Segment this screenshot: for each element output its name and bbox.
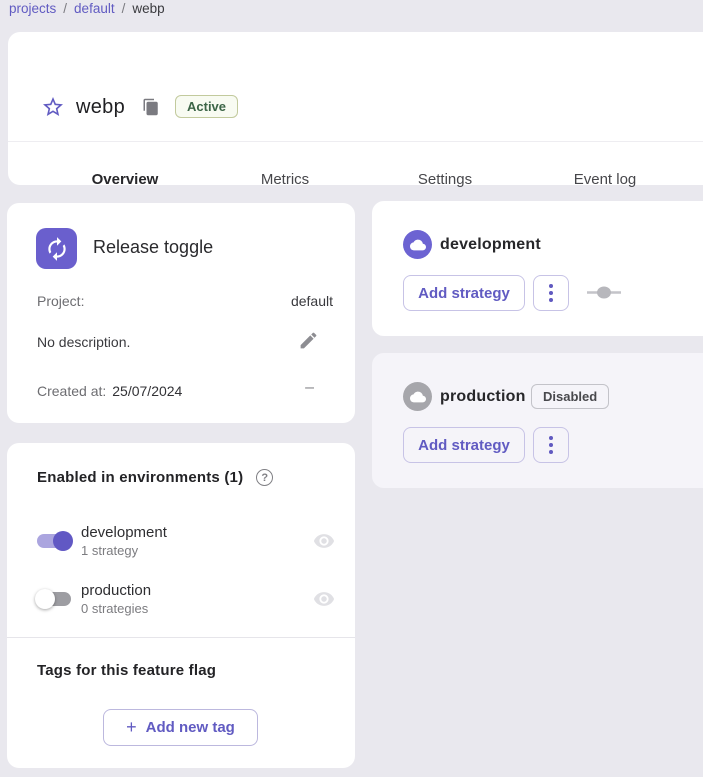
environment-name: development bbox=[81, 524, 313, 541]
description-text: No description. bbox=[37, 334, 130, 350]
created-row: Created at: 25/07/2024 bbox=[37, 383, 333, 401]
cloud-icon bbox=[403, 382, 432, 411]
flag-type-label: Release toggle bbox=[93, 237, 213, 258]
project-label: Project: bbox=[37, 293, 84, 309]
environment-card-title: development bbox=[440, 236, 541, 254]
breadcrumb-current: webp bbox=[132, 1, 164, 16]
created-label: Created at: bbox=[37, 383, 106, 399]
breadcrumb-projects[interactable]: projects bbox=[9, 1, 56, 16]
created-value: 25/07/2024 bbox=[112, 383, 182, 399]
favorite-star-icon[interactable] bbox=[41, 95, 65, 119]
status-badge: Active bbox=[175, 95, 238, 118]
production-toggle[interactable] bbox=[35, 589, 73, 609]
environments-heading-row: Enabled in environments (1) ? bbox=[37, 469, 273, 486]
tags-heading: Tags for this feature flag bbox=[37, 662, 216, 679]
environment-row-production: production 0 strategies bbox=[35, 579, 335, 619]
description-row: No description. bbox=[37, 334, 333, 350]
project-row: Project: default bbox=[37, 293, 333, 309]
add-new-tag-button[interactable]: + Add new tag bbox=[103, 709, 258, 746]
more-options-kebab-button[interactable] bbox=[533, 427, 569, 463]
edit-description-icon[interactable] bbox=[298, 330, 319, 351]
environment-name: production bbox=[81, 582, 313, 599]
section-divider bbox=[7, 637, 355, 638]
environment-card-production: production Disabled Add strategy bbox=[372, 353, 703, 488]
visibility-eye-icon[interactable] bbox=[313, 588, 335, 610]
page-title: webp bbox=[76, 96, 125, 119]
title-row: webp Active bbox=[8, 32, 703, 142]
environment-strategy-count: 1 strategy bbox=[81, 543, 313, 558]
environment-card-title: production bbox=[440, 388, 526, 406]
project-value: default bbox=[291, 293, 333, 309]
more-options-kebab-button[interactable] bbox=[533, 275, 569, 311]
disabled-badge: Disabled bbox=[531, 384, 609, 409]
side-panel-card: Enabled in environments (1) ? developmen… bbox=[7, 443, 355, 768]
collapse-icon[interactable]: – bbox=[305, 379, 314, 397]
add-strategy-button[interactable]: Add strategy bbox=[403, 427, 525, 463]
environment-card-development: development Add strategy bbox=[372, 201, 703, 336]
breadcrumb: projects / default / webp bbox=[9, 1, 165, 16]
header-card: webp Active Overview Metrics Settings Ev… bbox=[8, 32, 703, 185]
breadcrumb-default[interactable]: default bbox=[74, 1, 115, 16]
copy-icon[interactable] bbox=[142, 98, 160, 116]
feature-flag-page: projects / default / webp webp Active Ov… bbox=[0, 0, 703, 777]
plus-icon: + bbox=[126, 717, 137, 738]
environments-heading: Enabled in environments (1) bbox=[37, 469, 243, 486]
breadcrumb-separator: / bbox=[63, 1, 67, 16]
help-icon[interactable]: ? bbox=[256, 469, 273, 486]
cloud-icon bbox=[403, 230, 432, 259]
connection-status-icon bbox=[587, 286, 621, 299]
breadcrumb-separator: / bbox=[122, 1, 126, 16]
environment-strategy-count: 0 strategies bbox=[81, 601, 313, 616]
flag-metadata-card: Release toggle Project: default No descr… bbox=[7, 203, 355, 423]
development-toggle[interactable] bbox=[35, 531, 73, 551]
add-strategy-button[interactable]: Add strategy bbox=[403, 275, 525, 311]
add-new-tag-label: Add new tag bbox=[146, 719, 235, 736]
visibility-eye-icon[interactable] bbox=[313, 530, 335, 552]
release-toggle-icon bbox=[36, 228, 77, 269]
environment-row-development: development 1 strategy bbox=[35, 521, 335, 561]
